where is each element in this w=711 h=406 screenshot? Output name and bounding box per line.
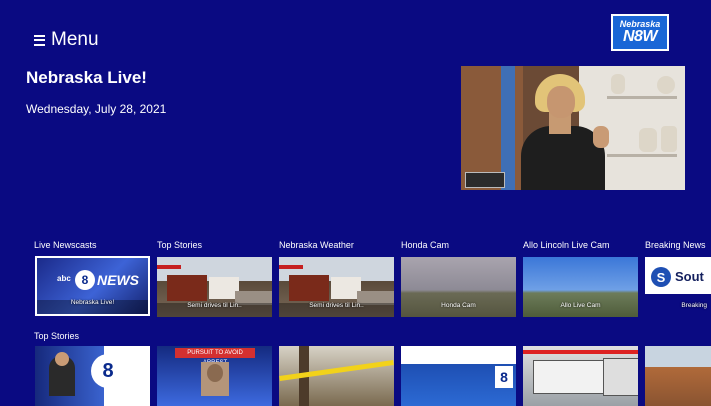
card-weather[interactable]: Semi drives til Lin.. <box>279 257 394 317</box>
card-top-story-1[interactable]: 8 <box>35 346 150 406</box>
channel-8-icon: 8 <box>75 270 95 290</box>
card-allo-cam[interactable]: Allo Live Cam <box>523 257 638 317</box>
page-date: Wednesday, July 28, 2021 <box>26 102 167 116</box>
page-title: Nebraska Live! <box>26 68 147 87</box>
row-label-breaking-news: Breaking News <box>645 240 706 250</box>
channel-8-icon: 8 <box>495 366 513 388</box>
row-label-honda-cam: Honda Cam <box>401 240 450 250</box>
live-video-player[interactable] <box>461 66 685 190</box>
row-label-top-stories-2: Top Stories <box>34 331 80 341</box>
card-top-story-2[interactable]: PURSUIT TO AVOID ARREST <box>157 346 272 406</box>
card-top-story-4[interactable]: 8 <box>401 346 516 406</box>
card-top-story-6[interactable] <box>645 346 711 406</box>
row-label-nebraska-weather: Nebraska Weather <box>279 240 354 250</box>
card-breaking-news[interactable]: S Sout Breaking <box>645 257 711 317</box>
card-live-newscast[interactable]: 8 abc NEWS Nebraska Live! <box>35 256 150 316</box>
card-caption: Allo Live Cam <box>560 302 601 309</box>
menu-label: Menu <box>51 29 99 50</box>
card-caption: Nebraska Live! <box>70 299 115 306</box>
card-top-story-3[interactable] <box>279 346 394 406</box>
row-label-allo-live-cam: Allo Lincoln Live Cam <box>523 240 610 250</box>
card-honda-cam[interactable]: Honda Cam <box>401 257 516 317</box>
row-label-live-newscasts: Live Newscasts <box>34 240 97 250</box>
hamburger-icon <box>34 34 45 46</box>
channel-8-icon: 8 <box>91 354 125 388</box>
card-caption: Semi drives til Lin.. <box>187 302 242 309</box>
card-top-story[interactable]: Semi drives til Lin.. <box>157 257 272 317</box>
card-caption: Honda Cam <box>441 302 476 309</box>
card-top-story-5[interactable] <box>523 346 638 406</box>
menu-button[interactable]: Menu <box>34 29 99 51</box>
channel-bug-icon <box>465 172 505 188</box>
nebraska-now-logo: Nebraska N8W <box>611 14 669 51</box>
card-caption: Breaking <box>681 302 707 309</box>
card-caption: Semi drives til Lin.. <box>309 302 364 309</box>
south-logo-icon: S <box>651 267 671 287</box>
row-label-top-stories: Top Stories <box>157 240 203 250</box>
